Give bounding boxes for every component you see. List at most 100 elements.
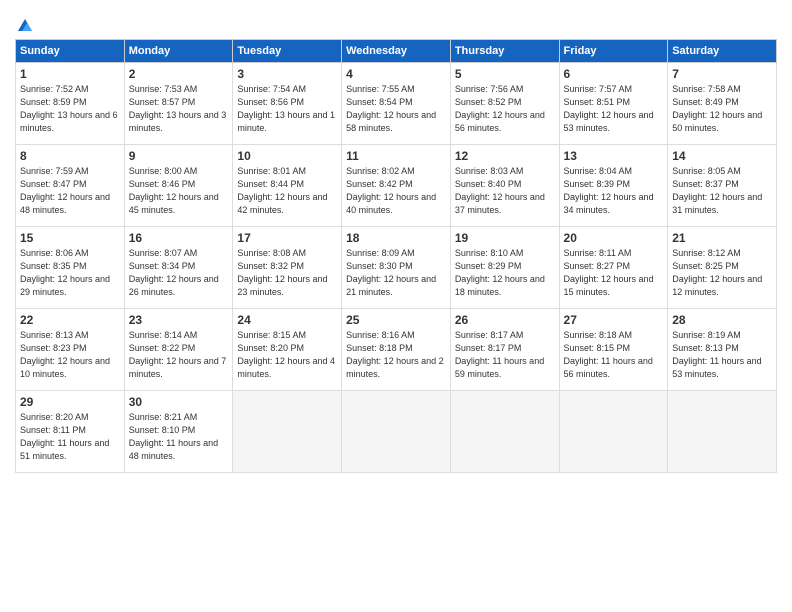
sunset-text: Sunset: 8:47 PM [20,179,87,189]
daylight-text: Daylight: 12 hours and 53 minutes. [564,110,654,133]
day-info: Sunrise: 8:10 AM Sunset: 8:29 PM Dayligh… [455,247,555,299]
daylight-text: Daylight: 12 hours and 26 minutes. [129,274,219,297]
day-info: Sunrise: 8:15 AM Sunset: 8:20 PM Dayligh… [237,329,337,381]
sunset-text: Sunset: 8:32 PM [237,261,304,271]
day-info: Sunrise: 8:16 AM Sunset: 8:18 PM Dayligh… [346,329,446,381]
day-info: Sunrise: 8:04 AM Sunset: 8:39 PM Dayligh… [564,165,664,217]
day-info: Sunrise: 7:52 AM Sunset: 8:59 PM Dayligh… [20,83,120,135]
sunrise-text: Sunrise: 7:56 AM [455,84,524,94]
day-number: 5 [455,67,555,81]
day-info: Sunrise: 7:57 AM Sunset: 8:51 PM Dayligh… [564,83,664,135]
sunset-text: Sunset: 8:10 PM [129,425,196,435]
calendar-day-cell: 7 Sunrise: 7:58 AM Sunset: 8:49 PM Dayli… [668,63,777,145]
column-header-sunday: Sunday [16,40,125,63]
day-number: 2 [129,67,229,81]
day-number: 28 [672,313,772,327]
calendar-week-row: 29 Sunrise: 8:20 AM Sunset: 8:11 PM Dayl… [16,391,777,473]
sunset-text: Sunset: 8:22 PM [129,343,196,353]
daylight-text: Daylight: 12 hours and 21 minutes. [346,274,436,297]
calendar-day-cell: 6 Sunrise: 7:57 AM Sunset: 8:51 PM Dayli… [559,63,668,145]
daylight-text: Daylight: 12 hours and 31 minutes. [672,192,762,215]
sunset-text: Sunset: 8:49 PM [672,97,739,107]
day-info: Sunrise: 8:05 AM Sunset: 8:37 PM Dayligh… [672,165,772,217]
sunrise-text: Sunrise: 8:05 AM [672,166,741,176]
calendar-day-cell: 14 Sunrise: 8:05 AM Sunset: 8:37 PM Dayl… [668,145,777,227]
column-header-wednesday: Wednesday [342,40,451,63]
daylight-text: Daylight: 12 hours and 34 minutes. [564,192,654,215]
calendar-day-cell [233,391,342,473]
calendar-day-cell: 9 Sunrise: 8:00 AM Sunset: 8:46 PM Dayli… [124,145,233,227]
day-info: Sunrise: 7:55 AM Sunset: 8:54 PM Dayligh… [346,83,446,135]
daylight-text: Daylight: 12 hours and 50 minutes. [672,110,762,133]
daylight-text: Daylight: 12 hours and 4 minutes. [237,356,335,379]
day-number: 7 [672,67,772,81]
sunrise-text: Sunrise: 8:07 AM [129,248,198,258]
sunset-text: Sunset: 8:51 PM [564,97,631,107]
column-header-saturday: Saturday [668,40,777,63]
sunset-text: Sunset: 8:29 PM [455,261,522,271]
sunrise-text: Sunrise: 7:53 AM [129,84,198,94]
calendar-day-cell: 4 Sunrise: 7:55 AM Sunset: 8:54 PM Dayli… [342,63,451,145]
calendar-day-cell: 18 Sunrise: 8:09 AM Sunset: 8:30 PM Dayl… [342,227,451,309]
sunset-text: Sunset: 8:56 PM [237,97,304,107]
calendar-day-cell: 27 Sunrise: 8:18 AM Sunset: 8:15 PM Dayl… [559,309,668,391]
calendar-day-cell: 19 Sunrise: 8:10 AM Sunset: 8:29 PM Dayl… [450,227,559,309]
day-info: Sunrise: 7:58 AM Sunset: 8:49 PM Dayligh… [672,83,772,135]
day-number: 8 [20,149,120,163]
day-number: 20 [564,231,664,245]
calendar-day-cell: 15 Sunrise: 8:06 AM Sunset: 8:35 PM Dayl… [16,227,125,309]
calendar-header-row: SundayMondayTuesdayWednesdayThursdayFrid… [16,40,777,63]
calendar-day-cell: 26 Sunrise: 8:17 AM Sunset: 8:17 PM Dayl… [450,309,559,391]
daylight-text: Daylight: 13 hours and 1 minute. [237,110,335,133]
calendar-day-cell: 24 Sunrise: 8:15 AM Sunset: 8:20 PM Dayl… [233,309,342,391]
day-number: 25 [346,313,446,327]
day-number: 13 [564,149,664,163]
sunset-text: Sunset: 8:59 PM [20,97,87,107]
sunrise-text: Sunrise: 8:16 AM [346,330,415,340]
daylight-text: Daylight: 12 hours and 12 minutes. [672,274,762,297]
day-number: 1 [20,67,120,81]
calendar-day-cell: 11 Sunrise: 8:02 AM Sunset: 8:42 PM Dayl… [342,145,451,227]
day-number: 27 [564,313,664,327]
calendar-day-cell: 5 Sunrise: 7:56 AM Sunset: 8:52 PM Dayli… [450,63,559,145]
sunrise-text: Sunrise: 7:52 AM [20,84,89,94]
sunrise-text: Sunrise: 8:14 AM [129,330,198,340]
daylight-text: Daylight: 12 hours and 18 minutes. [455,274,545,297]
daylight-text: Daylight: 12 hours and 29 minutes. [20,274,110,297]
calendar-day-cell: 13 Sunrise: 8:04 AM Sunset: 8:39 PM Dayl… [559,145,668,227]
day-info: Sunrise: 8:08 AM Sunset: 8:32 PM Dayligh… [237,247,337,299]
day-number: 17 [237,231,337,245]
sunrise-text: Sunrise: 8:06 AM [20,248,89,258]
sunrise-text: Sunrise: 8:11 AM [564,248,632,258]
calendar-table: SundayMondayTuesdayWednesdayThursdayFrid… [15,39,777,473]
sunrise-text: Sunrise: 8:17 AM [455,330,524,340]
day-number: 24 [237,313,337,327]
logo-icon [16,17,34,33]
sunrise-text: Sunrise: 7:59 AM [20,166,89,176]
sunrise-text: Sunrise: 7:57 AM [564,84,633,94]
sunset-text: Sunset: 8:37 PM [672,179,739,189]
day-info: Sunrise: 8:19 AM Sunset: 8:13 PM Dayligh… [672,329,772,381]
sunrise-text: Sunrise: 8:02 AM [346,166,415,176]
day-info: Sunrise: 7:56 AM Sunset: 8:52 PM Dayligh… [455,83,555,135]
sunrise-text: Sunrise: 8:03 AM [455,166,524,176]
header [15,15,777,29]
day-info: Sunrise: 8:12 AM Sunset: 8:25 PM Dayligh… [672,247,772,299]
calendar-week-row: 8 Sunrise: 7:59 AM Sunset: 8:47 PM Dayli… [16,145,777,227]
daylight-text: Daylight: 12 hours and 45 minutes. [129,192,219,215]
calendar-day-cell: 28 Sunrise: 8:19 AM Sunset: 8:13 PM Dayl… [668,309,777,391]
sunset-text: Sunset: 8:57 PM [129,97,196,107]
day-info: Sunrise: 8:11 AM Sunset: 8:27 PM Dayligh… [564,247,664,299]
sunset-text: Sunset: 8:42 PM [346,179,413,189]
calendar-day-cell: 25 Sunrise: 8:16 AM Sunset: 8:18 PM Dayl… [342,309,451,391]
calendar-day-cell: 23 Sunrise: 8:14 AM Sunset: 8:22 PM Dayl… [124,309,233,391]
sunset-text: Sunset: 8:13 PM [672,343,739,353]
day-number: 18 [346,231,446,245]
daylight-text: Daylight: 12 hours and 23 minutes. [237,274,327,297]
sunrise-text: Sunrise: 8:00 AM [129,166,198,176]
calendar-day-cell: 30 Sunrise: 8:21 AM Sunset: 8:10 PM Dayl… [124,391,233,473]
day-number: 30 [129,395,229,409]
day-info: Sunrise: 8:14 AM Sunset: 8:22 PM Dayligh… [129,329,229,381]
calendar-week-row: 22 Sunrise: 8:13 AM Sunset: 8:23 PM Dayl… [16,309,777,391]
daylight-text: Daylight: 12 hours and 42 minutes. [237,192,327,215]
